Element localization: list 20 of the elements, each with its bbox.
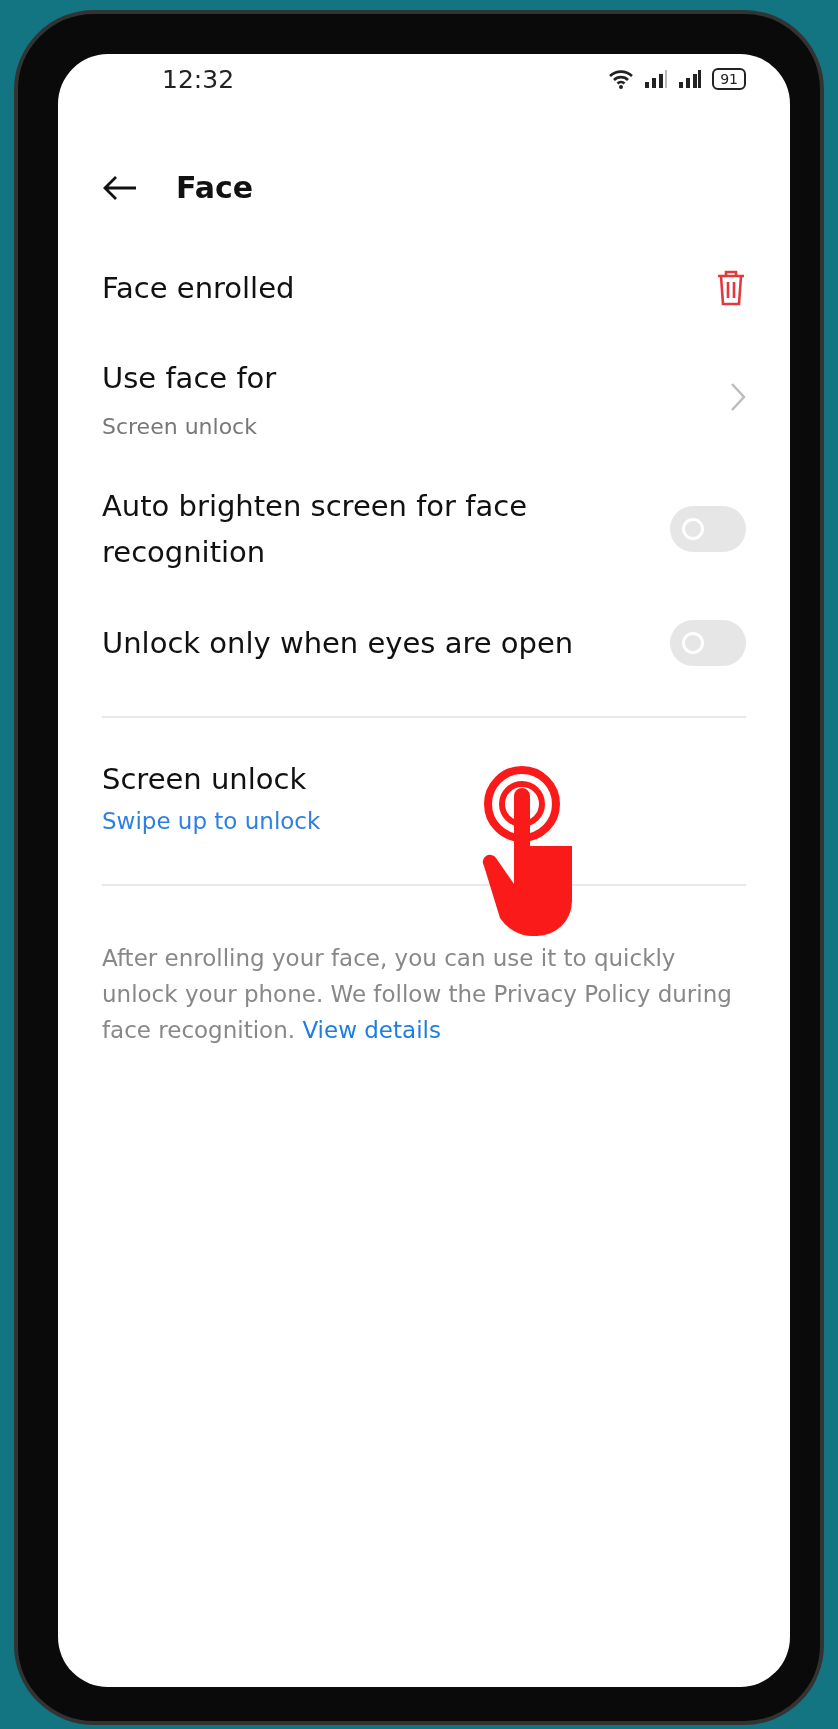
setting-title[interactable]: Unlock only when eyes are open: [102, 619, 574, 666]
chevron-right-icon[interactable]: [730, 382, 746, 413]
back-arrow-icon[interactable]: [102, 174, 138, 201]
signal-icon: [678, 69, 703, 89]
page-title: Face: [176, 170, 254, 205]
toggle-switch[interactable]: [670, 619, 746, 666]
wifi-icon: [608, 68, 635, 90]
signal-icon: [644, 69, 669, 89]
setting-title[interactable]: Use face for: [102, 355, 277, 402]
setting-title[interactable]: Face enrolled: [102, 265, 295, 312]
view-details-link[interactable]: View details: [302, 1017, 441, 1044]
setting-value: Swipe up to unlock: [102, 808, 321, 835]
trash-icon[interactable]: [716, 270, 746, 307]
status-time: 12:32: [162, 64, 235, 94]
info-paragraph: After enrolling your face, you can use it to quickly unlock your phone. We follow the Privacy Policy during face recognition. View details: [102, 944, 733, 1046]
setting-title[interactable]: Auto brighten screen for face recognition: [102, 482, 582, 576]
battery-indicator: 91: [712, 68, 746, 90]
setting-subtitle: Screen unlock: [102, 413, 258, 439]
setting-title[interactable]: Screen unlock: [102, 755, 746, 803]
toggle-switch[interactable]: [670, 506, 746, 553]
